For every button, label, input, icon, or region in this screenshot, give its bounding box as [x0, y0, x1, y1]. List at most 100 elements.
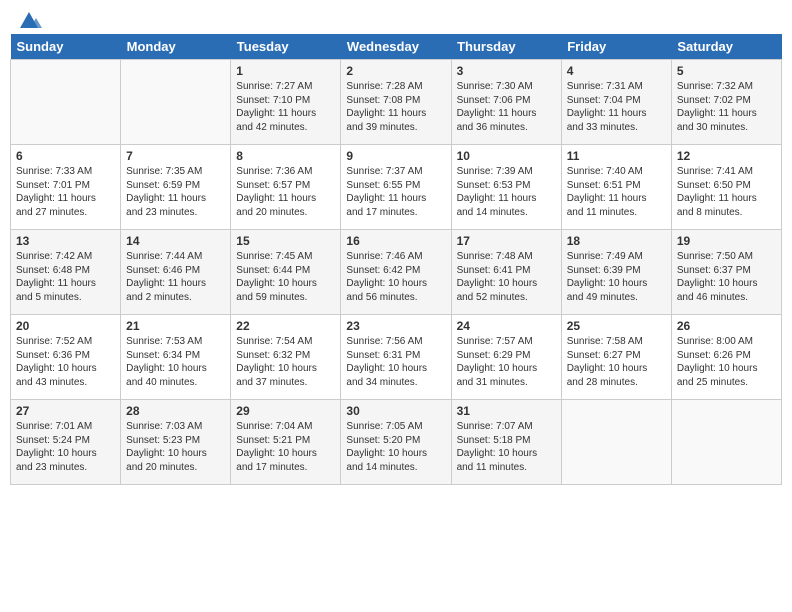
- day-number: 8: [236, 149, 335, 163]
- cell-info: Sunrise: 7:37 AMSunset: 6:55 PMDaylight:…: [346, 165, 445, 219]
- calendar-cell: 22 Sunrise: 7:54 AMSunset: 6:32 PMDayligh…: [231, 315, 341, 400]
- cell-info: Sunrise: 7:39 AMSunset: 6:53 PMDaylight:…: [457, 165, 556, 219]
- logo: [14, 10, 44, 26]
- calendar-cell: 16 Sunrise: 7:46 AMSunset: 6:42 PMDayligh…: [341, 230, 451, 315]
- calendar-cell: 21 Sunrise: 7:53 AMSunset: 6:34 PMDayligh…: [121, 315, 231, 400]
- calendar-cell: 26 Sunrise: 8:00 AMSunset: 6:26 PMDayligh…: [671, 315, 781, 400]
- calendar-cell: 27Sunrise: 7:01 AMSunset: 5:24 PMDayligh…: [11, 400, 121, 485]
- calendar-cell: 4 Sunrise: 7:31 AMSunset: 7:04 PMDaylight…: [561, 60, 671, 145]
- day-number: 17: [457, 234, 556, 248]
- calendar-cell: 9 Sunrise: 7:37 AMSunset: 6:55 PMDaylight…: [341, 145, 451, 230]
- calendar-cell: 18Sunrise: 7:49 AMSunset: 6:39 PMDayligh…: [561, 230, 671, 315]
- cell-info: Sunrise: 7:04 AMSunset: 5:21 PMDaylight:…: [236, 420, 335, 474]
- day-header-sunday: Sunday: [11, 34, 121, 60]
- calendar-cell: 3 Sunrise: 7:30 AMSunset: 7:06 PMDaylight…: [451, 60, 561, 145]
- day-number: 19: [677, 234, 776, 248]
- day-header-friday: Friday: [561, 34, 671, 60]
- calendar-cell: 8 Sunrise: 7:36 AMSunset: 6:57 PMDaylight…: [231, 145, 341, 230]
- calendar-cell: 12Sunrise: 7:41 AMSunset: 6:50 PMDayligh…: [671, 145, 781, 230]
- calendar-cell: 31 Sunrise: 7:07 AMSunset: 5:18 PMDayligh…: [451, 400, 561, 485]
- calendar-cell: 25 Sunrise: 7:58 AMSunset: 6:27 PMDayligh…: [561, 315, 671, 400]
- cell-info: Sunrise: 7:30 AMSunset: 7:06 PMDaylight:…: [457, 80, 556, 134]
- cell-info: Sunrise: 7:36 AMSunset: 6:57 PMDaylight:…: [236, 165, 335, 219]
- day-number: 24: [457, 319, 556, 333]
- day-number: 31: [457, 404, 556, 418]
- cell-info: Sunrise: 7:53 AMSunset: 6:34 PMDaylight:…: [126, 335, 225, 389]
- day-number: 9: [346, 149, 445, 163]
- day-number: 20: [16, 319, 115, 333]
- cell-info: Sunrise: 7:50 AMSunset: 6:37 PMDaylight:…: [677, 250, 776, 304]
- cell-info: Sunrise: 7:07 AMSunset: 5:18 PMDaylight:…: [457, 420, 556, 474]
- calendar-cell: 5 Sunrise: 7:32 AMSunset: 7:02 PMDaylight…: [671, 60, 781, 145]
- day-header-saturday: Saturday: [671, 34, 781, 60]
- cell-info: Sunrise: 7:44 AMSunset: 6:46 PMDaylight:…: [126, 250, 225, 304]
- day-header-thursday: Thursday: [451, 34, 561, 60]
- cell-info: Sunrise: 7:35 AMSunset: 6:59 PMDaylight:…: [126, 165, 225, 219]
- cell-info: Sunrise: 7:58 AMSunset: 6:27 PMDaylight:…: [567, 335, 666, 389]
- calendar-cell: 30 Sunrise: 7:05 AMSunset: 5:20 PMDayligh…: [341, 400, 451, 485]
- week-row-5: 27Sunrise: 7:01 AMSunset: 5:24 PMDayligh…: [11, 400, 782, 485]
- day-header-monday: Monday: [121, 34, 231, 60]
- calendar-cell: 24Sunrise: 7:57 AMSunset: 6:29 PMDayligh…: [451, 315, 561, 400]
- calendar-cell: 2Sunrise: 7:28 AMSunset: 7:08 PMDaylight…: [341, 60, 451, 145]
- cell-info: Sunrise: 7:54 AMSunset: 6:32 PMDaylight:…: [236, 335, 335, 389]
- day-number: 7: [126, 149, 225, 163]
- day-number: 30: [346, 404, 445, 418]
- cell-info: Sunrise: 7:56 AMSunset: 6:31 PMDaylight:…: [346, 335, 445, 389]
- day-header-wednesday: Wednesday: [341, 34, 451, 60]
- cell-info: Sunrise: 8:00 AMSunset: 6:26 PMDaylight:…: [677, 335, 776, 389]
- day-number: 23: [346, 319, 445, 333]
- cell-info: Sunrise: 7:31 AMSunset: 7:04 PMDaylight:…: [567, 80, 666, 134]
- calendar-cell: [11, 60, 121, 145]
- cell-info: Sunrise: 7:49 AMSunset: 6:39 PMDaylight:…: [567, 250, 666, 304]
- day-number: 21: [126, 319, 225, 333]
- week-row-2: 6 Sunrise: 7:33 AMSunset: 7:01 PMDaylight…: [11, 145, 782, 230]
- calendar-cell: 14 Sunrise: 7:44 AMSunset: 6:46 PMDayligh…: [121, 230, 231, 315]
- cell-info: Sunrise: 7:52 AMSunset: 6:36 PMDaylight:…: [16, 335, 115, 389]
- cell-info: Sunrise: 7:45 AMSunset: 6:44 PMDaylight:…: [236, 250, 335, 304]
- cell-info: Sunrise: 7:40 AMSunset: 6:51 PMDaylight:…: [567, 165, 666, 219]
- calendar-cell: [561, 400, 671, 485]
- cell-info: Sunrise: 7:05 AMSunset: 5:20 PMDaylight:…: [346, 420, 445, 474]
- day-number: 15: [236, 234, 335, 248]
- day-number: 25: [567, 319, 666, 333]
- page-header: [10, 10, 782, 26]
- calendar-cell: 29 Sunrise: 7:04 AMSunset: 5:21 PMDayligh…: [231, 400, 341, 485]
- day-number: 11: [567, 149, 666, 163]
- cell-info: Sunrise: 7:01 AMSunset: 5:24 PMDaylight:…: [16, 420, 115, 474]
- calendar-cell: 28 Sunrise: 7:03 AMSunset: 5:23 PMDayligh…: [121, 400, 231, 485]
- day-number: 5: [677, 64, 776, 78]
- calendar-cell: 23 Sunrise: 7:56 AMSunset: 6:31 PMDayligh…: [341, 315, 451, 400]
- day-number: 22: [236, 319, 335, 333]
- calendar-cell: 6 Sunrise: 7:33 AMSunset: 7:01 PMDaylight…: [11, 145, 121, 230]
- day-number: 26: [677, 319, 776, 333]
- day-number: 3: [457, 64, 556, 78]
- day-number: 4: [567, 64, 666, 78]
- cell-info: Sunrise: 7:42 AMSunset: 6:48 PMDaylight:…: [16, 250, 115, 304]
- cell-info: Sunrise: 7:27 AMSunset: 7:10 PMDaylight:…: [236, 80, 335, 134]
- day-number: 6: [16, 149, 115, 163]
- cell-info: Sunrise: 7:32 AMSunset: 7:02 PMDaylight:…: [677, 80, 776, 134]
- calendar-cell: 7 Sunrise: 7:35 AMSunset: 6:59 PMDaylight…: [121, 145, 231, 230]
- cell-info: Sunrise: 7:41 AMSunset: 6:50 PMDaylight:…: [677, 165, 776, 219]
- calendar-cell: 10 Sunrise: 7:39 AMSunset: 6:53 PMDayligh…: [451, 145, 561, 230]
- day-number: 28: [126, 404, 225, 418]
- calendar-cell: 15 Sunrise: 7:45 AMSunset: 6:44 PMDayligh…: [231, 230, 341, 315]
- logo-icon: [16, 10, 42, 30]
- week-row-4: 20 Sunrise: 7:52 AMSunset: 6:36 PMDayligh…: [11, 315, 782, 400]
- calendar-cell: 19 Sunrise: 7:50 AMSunset: 6:37 PMDayligh…: [671, 230, 781, 315]
- cell-info: Sunrise: 7:28 AMSunset: 7:08 PMDaylight:…: [346, 80, 445, 134]
- day-number: 16: [346, 234, 445, 248]
- calendar-cell: 17 Sunrise: 7:48 AMSunset: 6:41 PMDayligh…: [451, 230, 561, 315]
- cell-info: Sunrise: 7:46 AMSunset: 6:42 PMDaylight:…: [346, 250, 445, 304]
- cell-info: Sunrise: 7:48 AMSunset: 6:41 PMDaylight:…: [457, 250, 556, 304]
- day-number: 1: [236, 64, 335, 78]
- cell-info: Sunrise: 7:03 AMSunset: 5:23 PMDaylight:…: [126, 420, 225, 474]
- calendar-cell: 13Sunrise: 7:42 AMSunset: 6:48 PMDayligh…: [11, 230, 121, 315]
- day-number: 29: [236, 404, 335, 418]
- day-number: 10: [457, 149, 556, 163]
- calendar-cell: 11 Sunrise: 7:40 AMSunset: 6:51 PMDayligh…: [561, 145, 671, 230]
- day-header-tuesday: Tuesday: [231, 34, 341, 60]
- day-number: 14: [126, 234, 225, 248]
- cell-info: Sunrise: 7:33 AMSunset: 7:01 PMDaylight:…: [16, 165, 115, 219]
